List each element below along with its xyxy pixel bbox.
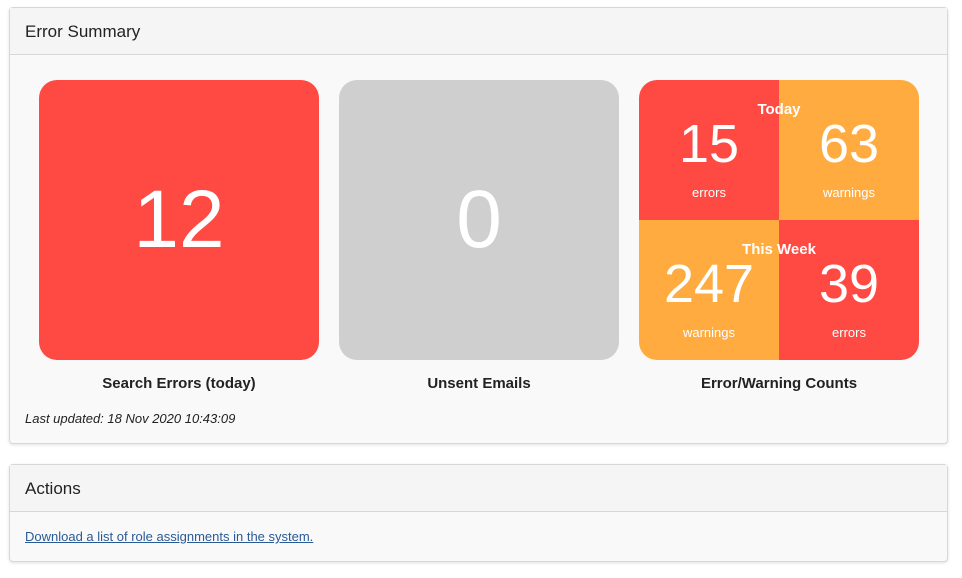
counts-label: Error/Warning Counts xyxy=(700,375,858,392)
last-updated: Last updated: 18 Nov 2020 10:43:09 xyxy=(25,411,236,426)
week-caption: This Week xyxy=(742,241,816,258)
unsent-emails-label: Unsent Emails xyxy=(427,375,531,392)
unsent-emails-tile[interactable]: 0 xyxy=(339,80,619,360)
error-summary-panel: Error Summary 12 Search Errors (today) 0… xyxy=(9,7,948,444)
search-errors-tile[interactable]: 12 xyxy=(39,80,319,360)
panel-title: Error Summary xyxy=(10,8,947,55)
count: 39 xyxy=(818,254,880,314)
panel-title: Actions xyxy=(10,465,947,512)
count-label: warnings xyxy=(682,325,736,340)
count: 63 xyxy=(818,114,880,174)
count: 247 xyxy=(663,254,755,314)
count-label: errors xyxy=(692,185,726,200)
count: 15 xyxy=(678,114,740,174)
search-errors-label: Search Errors (today) xyxy=(102,375,256,392)
count-label: errors xyxy=(832,325,866,340)
error-warning-counts-tile[interactable]: 15 errors 63 warnings 247 warnings 39 errors… xyxy=(639,80,919,360)
today-caption: Today xyxy=(757,101,801,118)
count-label: warnings xyxy=(822,185,876,200)
actions-panel: Actions Download a list of role assignme… xyxy=(9,464,948,562)
download-role-assignments-link[interactable]: Download a list of role assignments in t… xyxy=(25,529,313,544)
